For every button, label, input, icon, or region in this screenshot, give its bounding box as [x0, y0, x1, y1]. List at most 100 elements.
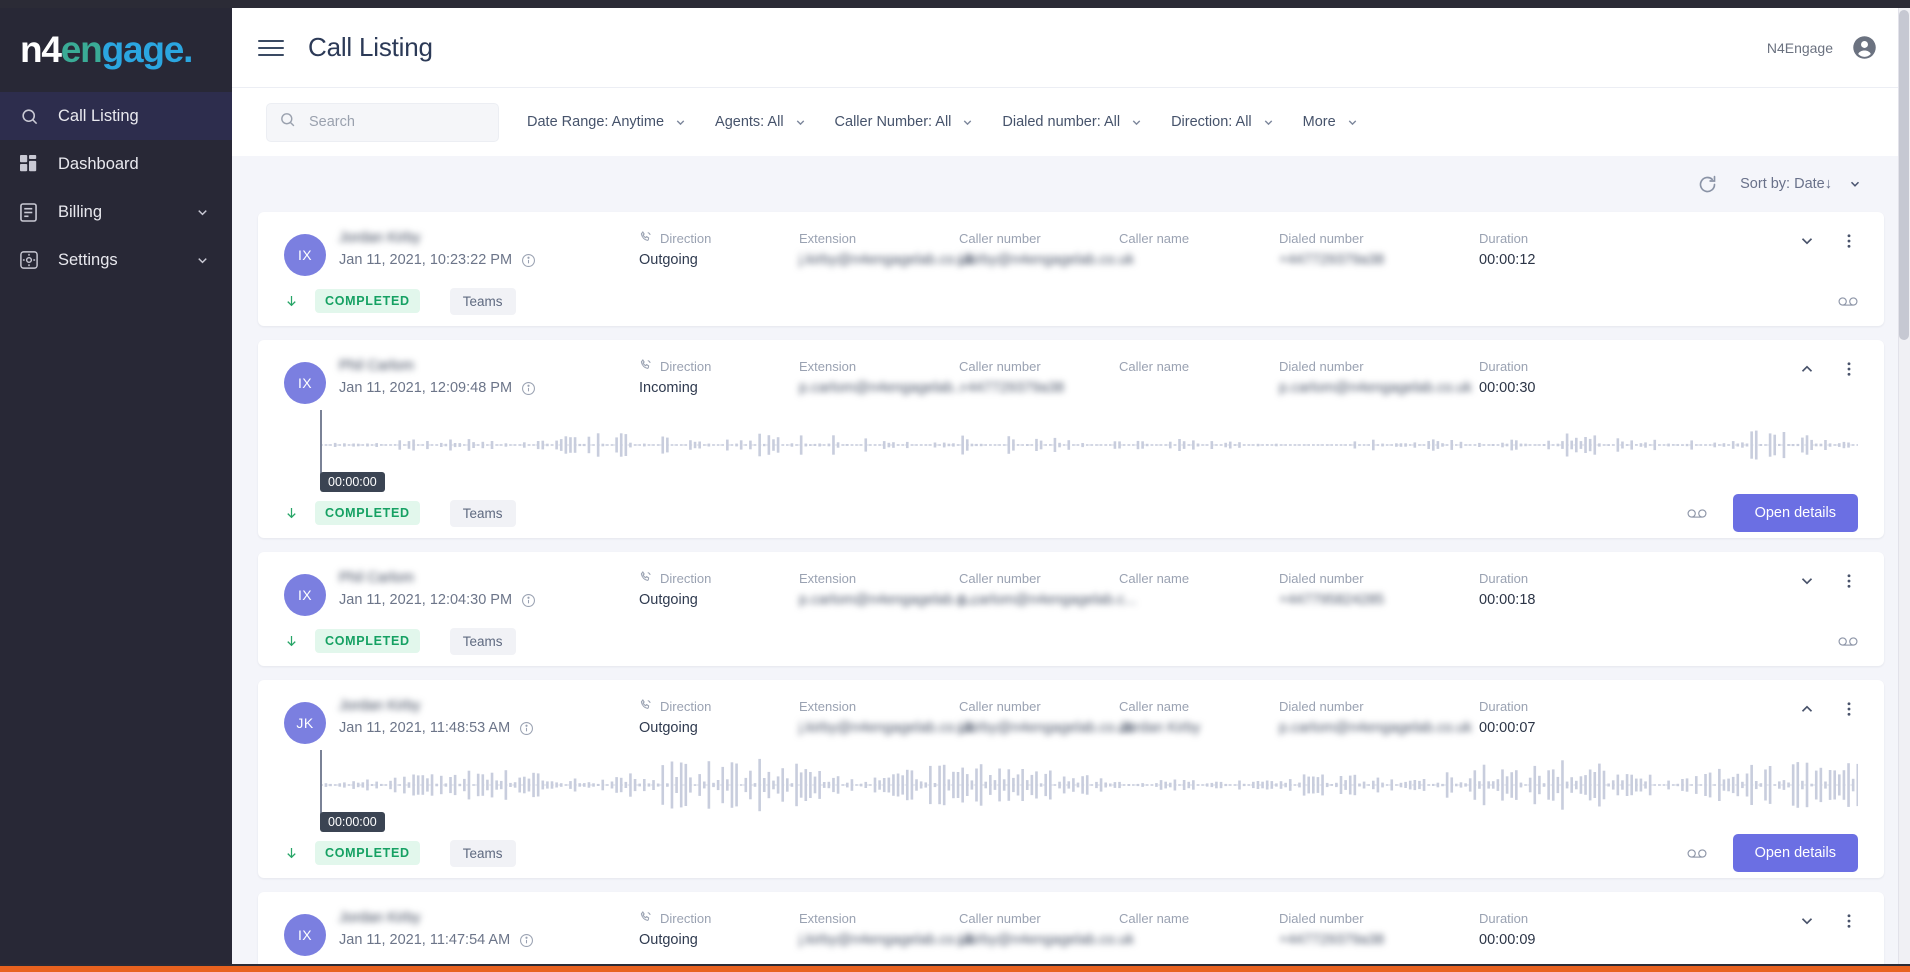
account-circle-icon[interactable]: [1851, 34, 1878, 61]
call-row[interactable]: IX Jordan Kirby Jan 11, 2021, 10:23:22 P…: [258, 212, 1884, 326]
column-caller-number: Caller number j.kirby@n4engagelab.co.uk: [959, 230, 1135, 269]
sidebar-item-dashboard[interactable]: Dashboard: [0, 140, 232, 188]
duration-value: 00:00:30: [1479, 380, 1536, 396]
collapse-row-chevron-up-icon[interactable]: [1798, 700, 1816, 718]
column-header-duration: Duration: [1479, 231, 1529, 246]
filter-agents[interactable]: Agents: All: [715, 114, 807, 130]
column-caller-number: Caller number j.kirby@n4engagelab.co.uk: [959, 910, 1135, 949]
sidebar-label-settings: Settings: [58, 250, 118, 269]
status-badge: COMPLETED: [315, 501, 420, 525]
expand-row-chevron-down-icon[interactable]: [1798, 912, 1816, 930]
playback-time-label: 00:00:00: [320, 812, 385, 832]
column-duration: Duration 00:00:09: [1479, 910, 1609, 948]
row-overflow-menu-icon[interactable]: [1840, 360, 1858, 378]
billing-icon: [20, 201, 46, 223]
filter-date-range[interactable]: Date Range: Anytime: [527, 114, 687, 130]
voicemail-icon[interactable]: [1687, 507, 1707, 520]
page-title: Call Listing: [308, 32, 433, 62]
inbound-arrow-icon: [284, 505, 299, 521]
chevron-down-icon-billing[interactable]: [195, 205, 210, 220]
caller-number-value: j.kirby@n4engagelab.co.uk: [959, 252, 1135, 268]
info-icon[interactable]: [521, 381, 536, 396]
audio-waveform-player[interactable]: 00:00:00: [320, 410, 1858, 492]
open-details-button[interactable]: Open details: [1732, 834, 1858, 872]
expand-row-chevron-down-icon[interactable]: [1798, 572, 1816, 590]
call-row-footer: COMPLETED Teams: [258, 616, 1884, 666]
column-extension: Extension p.carlom@n4engagelab...: [799, 358, 965, 397]
chevron-down-icon-settings[interactable]: [195, 253, 210, 268]
hamburger-icon[interactable]: [258, 35, 284, 61]
playhead-cursor[interactable]: [320, 750, 322, 820]
call-row[interactable]: IX Phil Carlom Jan 11, 2021, 12:09:48 PM…: [258, 340, 1884, 538]
dialed-number-value: +447729379a38: [1279, 932, 1385, 948]
column-dialed-number: Dialed number +447729379a38: [1279, 910, 1479, 949]
column-direction: Direction Outgoing: [639, 230, 799, 268]
column-caller-name: Caller name: [1119, 570, 1279, 592]
call-timestamp-row: Jan 11, 2021, 11:47:54 AM: [339, 932, 639, 948]
filter-more[interactable]: More: [1303, 114, 1359, 130]
sidebar-item-billing[interactable]: Billing: [0, 188, 232, 236]
row-overflow-menu-icon[interactable]: [1840, 232, 1858, 250]
search-input[interactable]: [309, 114, 486, 130]
audio-waveform-player[interactable]: 00:00:00: [320, 750, 1858, 832]
chevron-down-icon: [1346, 116, 1359, 129]
sidebar-label-billing: Billing: [58, 202, 103, 221]
app-logo[interactable]: n4 en gage.: [0, 8, 232, 92]
voicemail-icon[interactable]: [1838, 635, 1858, 648]
page-scrollbar-thumb[interactable]: [1899, 10, 1909, 340]
collapse-row-chevron-up-icon[interactable]: [1798, 360, 1816, 378]
call-row[interactable]: IX Phil Carlom Jan 11, 2021, 12:04:30 PM…: [258, 552, 1884, 666]
column-direction: Direction Incoming: [639, 358, 799, 396]
sidebar-item-call-listing[interactable]: Call Listing: [0, 92, 232, 140]
sidebar-item-settings[interactable]: Settings: [0, 236, 232, 284]
column-caller-name: Caller name Jordan Kirby: [1119, 698, 1279, 737]
playhead-cursor[interactable]: [320, 410, 322, 480]
agent-name: Phil Carlom: [339, 570, 414, 586]
phone-icon: [639, 230, 653, 247]
expand-row-chevron-down-icon[interactable]: [1798, 232, 1816, 250]
sidebar: n4 en gage. Call Listing Dashboard Billing: [0, 8, 232, 964]
info-icon[interactable]: [521, 253, 536, 268]
page-scrollbar[interactable]: [1898, 8, 1910, 964]
open-details-button[interactable]: Open details: [1732, 494, 1858, 532]
sort-by-control[interactable]: Sort by: Date↓: [1740, 176, 1862, 192]
filter-dialed-number-label: Dialed number: All: [1002, 114, 1121, 130]
filter-dialed-number[interactable]: Dialed number: All: [1002, 114, 1143, 130]
row-overflow-menu-icon[interactable]: [1840, 912, 1858, 930]
call-timestamp: Jan 11, 2021, 11:47:54 AM: [339, 932, 511, 948]
avatar: IX: [284, 914, 326, 956]
status-badge: COMPLETED: [315, 629, 420, 653]
call-row[interactable]: IX Jordan Kirby Jan 11, 2021, 11:47:54 A…: [258, 892, 1884, 964]
column-header-caller-name: Caller name: [1119, 571, 1190, 586]
column-header-extension: Extension: [799, 231, 857, 246]
refresh-icon[interactable]: [1697, 174, 1718, 195]
filter-direction-label: Direction: All: [1171, 114, 1252, 130]
avatar: JK: [284, 702, 326, 744]
filter-caller-number[interactable]: Caller Number: All: [835, 114, 975, 130]
filter-date-range-label: Date Range: Anytime: [527, 114, 665, 130]
agent-block: Jordan Kirby Jan 11, 2021, 11:47:54 AM: [339, 910, 639, 948]
voicemail-icon[interactable]: [1687, 847, 1707, 860]
info-icon[interactable]: [519, 721, 534, 736]
search-box[interactable]: [266, 102, 499, 142]
info-icon[interactable]: [519, 933, 534, 948]
header-right-group: N4Engage: [1767, 34, 1878, 61]
column-caller-number: Caller number +447729379a38: [959, 358, 1119, 397]
sidebar-label-call-listing: Call Listing: [58, 106, 139, 125]
column-caller-number: Caller number p.carlom@n4engagelab.c...: [959, 570, 1137, 609]
voicemail-icon[interactable]: [1838, 295, 1858, 308]
call-row-footer: COMPLETED Teams Open details: [258, 828, 1884, 878]
row-overflow-menu-icon[interactable]: [1840, 572, 1858, 590]
column-header-caller-number: Caller number: [959, 359, 1041, 374]
column-header-extension: Extension: [799, 359, 857, 374]
caller-number-value: j.kirby@n4engagelab.co.uk: [959, 932, 1135, 948]
call-row[interactable]: JK Jordan Kirby Jan 11, 2021, 11:48:53 A…: [258, 680, 1884, 878]
info-icon[interactable]: [521, 593, 536, 608]
call-timestamp-row: Jan 11, 2021, 12:04:30 PM: [339, 592, 639, 608]
filter-direction[interactable]: Direction: All: [1171, 114, 1275, 130]
column-duration: Duration 00:00:30: [1479, 358, 1609, 396]
bottom-accent-rule: [0, 966, 1910, 972]
duration-value: 00:00:07: [1479, 720, 1536, 736]
row-overflow-menu-icon[interactable]: [1840, 700, 1858, 718]
call-row-foot-actions: [1838, 295, 1858, 308]
